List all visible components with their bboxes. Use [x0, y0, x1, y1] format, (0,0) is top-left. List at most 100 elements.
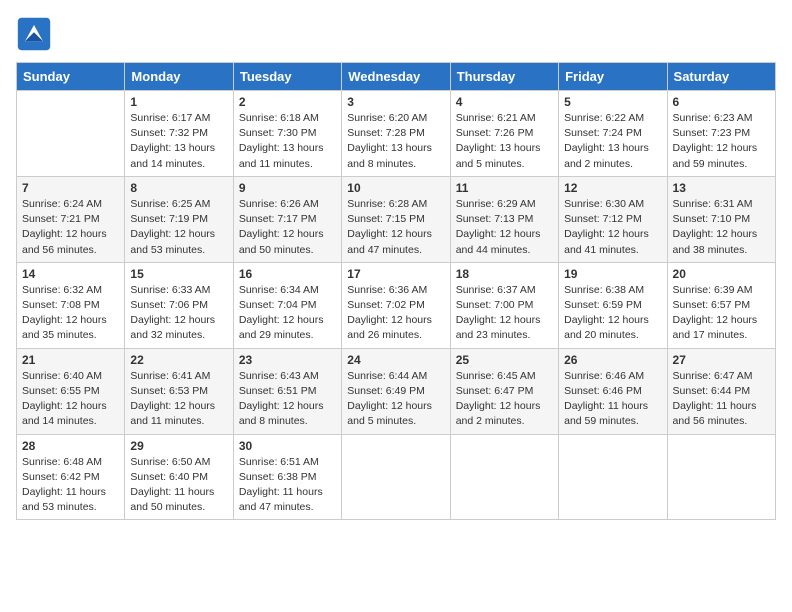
calendar-cell: 15 Sunrise: 6:33 AMSunset: 7:06 PMDayligh…	[125, 262, 233, 348]
day-info: Sunrise: 6:18 AMSunset: 7:30 PMDaylight:…	[239, 111, 336, 172]
day-number: 16	[239, 267, 336, 281]
day-info: Sunrise: 6:22 AMSunset: 7:24 PMDaylight:…	[564, 111, 661, 172]
day-info: Sunrise: 6:20 AMSunset: 7:28 PMDaylight:…	[347, 111, 444, 172]
calendar-cell	[342, 434, 450, 520]
day-number: 17	[347, 267, 444, 281]
logo-icon	[16, 16, 52, 52]
day-info: Sunrise: 6:34 AMSunset: 7:04 PMDaylight:…	[239, 283, 336, 344]
calendar-cell: 23 Sunrise: 6:43 AMSunset: 6:51 PMDayligh…	[233, 348, 341, 434]
calendar-cell: 18Sunrise: 6:37 AMSunset: 7:00 PMDayligh…	[450, 262, 558, 348]
calendar-cell: 9 Sunrise: 6:26 AMSunset: 7:17 PMDaylight…	[233, 176, 341, 262]
day-number: 3	[347, 95, 444, 109]
day-info: Sunrise: 6:31 AMSunset: 7:10 PMDaylight:…	[673, 197, 770, 258]
column-header-sunday: Sunday	[17, 63, 125, 91]
day-info: Sunrise: 6:36 AMSunset: 7:02 PMDaylight:…	[347, 283, 444, 344]
day-number: 8	[130, 181, 227, 195]
day-number: 21	[22, 353, 119, 367]
calendar-cell: 17 Sunrise: 6:36 AMSunset: 7:02 PMDayligh…	[342, 262, 450, 348]
calendar-cell: 20 Sunrise: 6:39 AMSunset: 6:57 PMDayligh…	[667, 262, 775, 348]
calendar-cell: 10 Sunrise: 6:28 AMSunset: 7:15 PMDayligh…	[342, 176, 450, 262]
day-number: 13	[673, 181, 770, 195]
calendar-cell: 28 Sunrise: 6:48 AMSunset: 6:42 PMDayligh…	[17, 434, 125, 520]
column-header-thursday: Thursday	[450, 63, 558, 91]
calendar-cell	[559, 434, 667, 520]
calendar-week-3: 14Sunrise: 6:32 AMSunset: 7:08 PMDayligh…	[17, 262, 776, 348]
calendar-cell: 27Sunrise: 6:47 AMSunset: 6:44 PMDayligh…	[667, 348, 775, 434]
column-header-saturday: Saturday	[667, 63, 775, 91]
day-number: 24	[347, 353, 444, 367]
day-info: Sunrise: 6:43 AMSunset: 6:51 PMDaylight:…	[239, 369, 336, 430]
calendar-cell: 14Sunrise: 6:32 AMSunset: 7:08 PMDayligh…	[17, 262, 125, 348]
day-number: 20	[673, 267, 770, 281]
calendar-cell: 11 Sunrise: 6:29 AMSunset: 7:13 PMDayligh…	[450, 176, 558, 262]
day-info: Sunrise: 6:23 AMSunset: 7:23 PMDaylight:…	[673, 111, 770, 172]
calendar-cell: 16 Sunrise: 6:34 AMSunset: 7:04 PMDayligh…	[233, 262, 341, 348]
day-info: Sunrise: 6:38 AMSunset: 6:59 PMDaylight:…	[564, 283, 661, 344]
day-info: Sunrise: 6:51 AMSunset: 6:38 PMDaylight:…	[239, 455, 336, 516]
calendar-week-4: 21 Sunrise: 6:40 AMSunset: 6:55 PMDayligh…	[17, 348, 776, 434]
day-number: 23	[239, 353, 336, 367]
calendar-body: 1 Sunrise: 6:17 AMSunset: 7:32 PMDaylight…	[17, 91, 776, 520]
day-info: Sunrise: 6:39 AMSunset: 6:57 PMDaylight:…	[673, 283, 770, 344]
calendar-cell: 12 Sunrise: 6:30 AMSunset: 7:12 PMDayligh…	[559, 176, 667, 262]
calendar-cell: 2 Sunrise: 6:18 AMSunset: 7:30 PMDaylight…	[233, 91, 341, 177]
day-number: 7	[22, 181, 119, 195]
day-number: 9	[239, 181, 336, 195]
day-info: Sunrise: 6:40 AMSunset: 6:55 PMDaylight:…	[22, 369, 119, 430]
day-info: Sunrise: 6:26 AMSunset: 7:17 PMDaylight:…	[239, 197, 336, 258]
day-info: Sunrise: 6:33 AMSunset: 7:06 PMDaylight:…	[130, 283, 227, 344]
calendar-cell	[667, 434, 775, 520]
column-header-tuesday: Tuesday	[233, 63, 341, 91]
calendar-cell: 29Sunrise: 6:50 AMSunset: 6:40 PMDayligh…	[125, 434, 233, 520]
calendar-cell: 19 Sunrise: 6:38 AMSunset: 6:59 PMDayligh…	[559, 262, 667, 348]
day-number: 12	[564, 181, 661, 195]
day-number: 19	[564, 267, 661, 281]
day-number: 18	[456, 267, 553, 281]
day-info: Sunrise: 6:21 AMSunset: 7:26 PMDaylight:…	[456, 111, 553, 172]
day-number: 25	[456, 353, 553, 367]
page-header	[16, 16, 776, 52]
day-number: 11	[456, 181, 553, 195]
day-info: Sunrise: 6:28 AMSunset: 7:15 PMDaylight:…	[347, 197, 444, 258]
day-info: Sunrise: 6:45 AMSunset: 6:47 PMDaylight:…	[456, 369, 553, 430]
day-number: 1	[130, 95, 227, 109]
calendar-week-1: 1 Sunrise: 6:17 AMSunset: 7:32 PMDaylight…	[17, 91, 776, 177]
column-header-wednesday: Wednesday	[342, 63, 450, 91]
day-number: 26	[564, 353, 661, 367]
day-number: 28	[22, 439, 119, 453]
calendar-cell: 8Sunrise: 6:25 AMSunset: 7:19 PMDaylight…	[125, 176, 233, 262]
day-info: Sunrise: 6:29 AMSunset: 7:13 PMDaylight:…	[456, 197, 553, 258]
column-header-monday: Monday	[125, 63, 233, 91]
day-number: 29	[130, 439, 227, 453]
calendar-cell	[450, 434, 558, 520]
day-number: 10	[347, 181, 444, 195]
calendar-cell: 4 Sunrise: 6:21 AMSunset: 7:26 PMDaylight…	[450, 91, 558, 177]
day-info: Sunrise: 6:41 AMSunset: 6:53 PMDaylight:…	[130, 369, 227, 430]
day-info: Sunrise: 6:17 AMSunset: 7:32 PMDaylight:…	[130, 111, 227, 172]
calendar-cell: 13 Sunrise: 6:31 AMSunset: 7:10 PMDayligh…	[667, 176, 775, 262]
calendar-cell: 24 Sunrise: 6:44 AMSunset: 6:49 PMDayligh…	[342, 348, 450, 434]
day-number: 27	[673, 353, 770, 367]
calendar-cell: 7Sunrise: 6:24 AMSunset: 7:21 PMDaylight…	[17, 176, 125, 262]
calendar-cell: 22 Sunrise: 6:41 AMSunset: 6:53 PMDayligh…	[125, 348, 233, 434]
day-info: Sunrise: 6:44 AMSunset: 6:49 PMDaylight:…	[347, 369, 444, 430]
day-info: Sunrise: 6:48 AMSunset: 6:42 PMDaylight:…	[22, 455, 119, 516]
day-number: 6	[673, 95, 770, 109]
day-number: 4	[456, 95, 553, 109]
calendar-week-5: 28 Sunrise: 6:48 AMSunset: 6:42 PMDayligh…	[17, 434, 776, 520]
calendar-week-2: 7Sunrise: 6:24 AMSunset: 7:21 PMDaylight…	[17, 176, 776, 262]
calendar-table: SundayMondayTuesdayWednesdayThursdayFrid…	[16, 62, 776, 520]
day-info: Sunrise: 6:30 AMSunset: 7:12 PMDaylight:…	[564, 197, 661, 258]
calendar-cell: 6 Sunrise: 6:23 AMSunset: 7:23 PMDaylight…	[667, 91, 775, 177]
day-number: 15	[130, 267, 227, 281]
calendar-cell: 26 Sunrise: 6:46 AMSunset: 6:46 PMDayligh…	[559, 348, 667, 434]
day-number: 22	[130, 353, 227, 367]
day-number: 30	[239, 439, 336, 453]
calendar-cell	[17, 91, 125, 177]
day-info: Sunrise: 6:32 AMSunset: 7:08 PMDaylight:…	[22, 283, 119, 344]
day-number: 2	[239, 95, 336, 109]
day-info: Sunrise: 6:46 AMSunset: 6:46 PMDaylight:…	[564, 369, 661, 430]
calendar-cell: 25 Sunrise: 6:45 AMSunset: 6:47 PMDayligh…	[450, 348, 558, 434]
logo	[16, 16, 56, 52]
calendar-cell: 1 Sunrise: 6:17 AMSunset: 7:32 PMDaylight…	[125, 91, 233, 177]
